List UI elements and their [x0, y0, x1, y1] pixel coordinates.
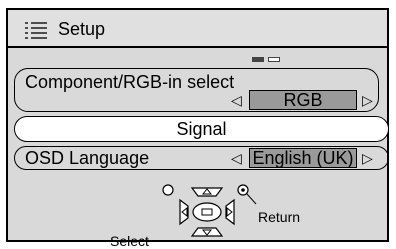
remote-navigation-icon [162, 184, 257, 237]
setup-dialog: Setup Component/RGB-in select ◁ RGB ▷ Si… [6, 8, 389, 249]
osd-language-value[interactable]: English (UK) [249, 148, 357, 168]
left-arrow-icon[interactable]: ◁ [231, 151, 242, 165]
component-rgb-label: Component/RGB-in select [25, 72, 235, 92]
component-rgb-value[interactable]: RGB [249, 90, 357, 110]
menu-area: Component/RGB-in select ◁ RGB ▷ Signal O… [8, 48, 389, 249]
menu-item-signal[interactable]: Signal [14, 116, 389, 142]
select-label: Select [110, 233, 149, 249]
signal-label: Signal [176, 118, 227, 139]
list-icon [25, 22, 47, 39]
page-title: Setup [58, 19, 106, 39]
menu-item-osd-language[interactable]: OSD Language ◁ English (UK) ▷ [14, 146, 389, 170]
osd-language-value-text: English (UK) [252, 147, 354, 168]
page-indicator-inactive [268, 57, 280, 62]
component-rgb-value-text: RGB [283, 89, 323, 110]
return-label: Return [258, 209, 301, 225]
title-bar: Setup [8, 10, 387, 48]
right-arrow-icon[interactable]: ▷ [362, 93, 373, 107]
menu-item-component-rgb[interactable]: Component/RGB-in select ◁ RGB ▷ [14, 68, 379, 112]
osd-language-label: OSD Language [25, 148, 150, 168]
page-indicator-active [252, 57, 264, 62]
left-arrow-icon[interactable]: ◁ [231, 93, 242, 107]
right-arrow-icon[interactable]: ▷ [362, 151, 373, 165]
